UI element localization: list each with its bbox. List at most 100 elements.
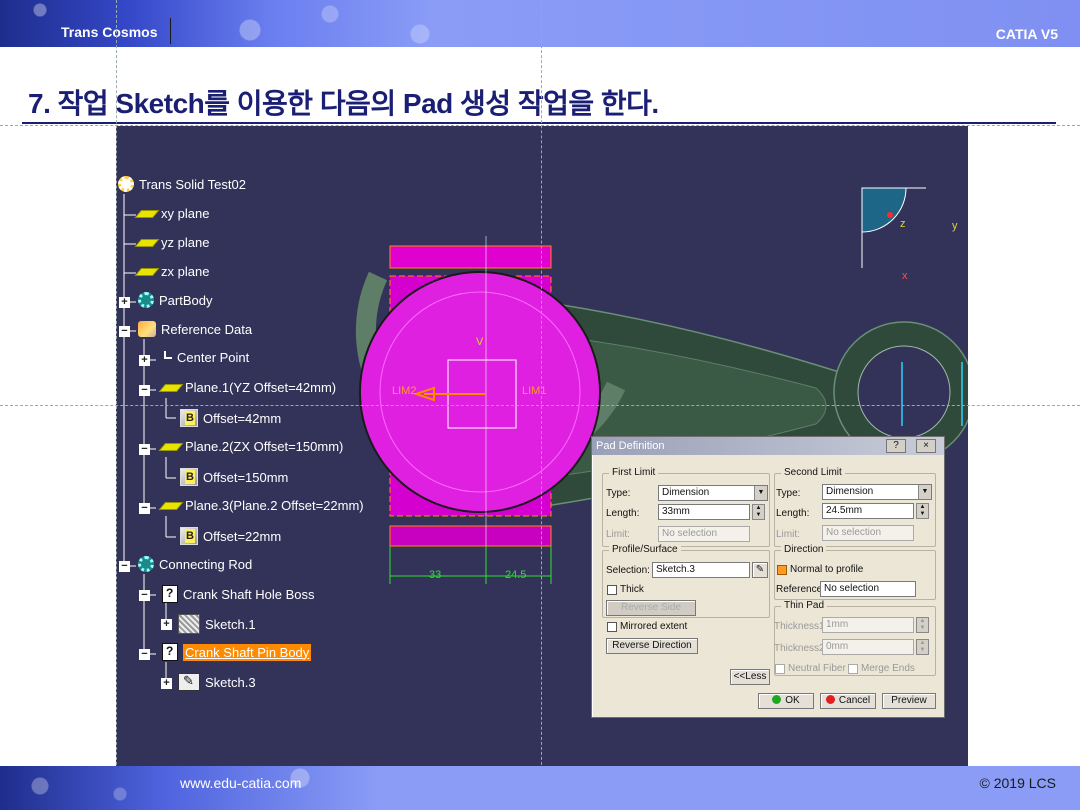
tree-item-plane-3[interactable]: Plane.3(Plane.2 Offset=22mm): [158, 498, 364, 513]
header-bar: [0, 0, 1080, 47]
layout-guide-middle: [0, 405, 1080, 406]
tree-item-crank-shaft-hole-boss[interactable]: Crank Shaft Hole Boss: [162, 585, 315, 603]
footer-url[interactable]: www.edu-catia.com: [180, 775, 301, 791]
tree-item-partbody[interactable]: PartBody: [138, 292, 212, 308]
second-type-label: Type:: [776, 488, 801, 499]
sketch-v-label: V: [476, 336, 484, 348]
second-length-label: Length:: [776, 508, 810, 519]
tree-item-offset-42[interactable]: Offset=42mm: [180, 409, 281, 427]
tree-item-xy-plane[interactable]: xy plane: [134, 206, 209, 221]
direction-title: Direction: [781, 544, 827, 555]
plane-icon: [158, 442, 184, 451]
chevron-down-icon[interactable]: ▼: [918, 485, 931, 499]
pad-definition-dialog[interactable]: Pad Definition ? × First Limit Type: Dim…: [591, 436, 945, 718]
preview-button[interactable]: Preview: [882, 693, 936, 709]
thickness1-field[interactable]: 1mm: [822, 617, 914, 633]
reverse-direction-button[interactable]: Reverse Direction: [606, 638, 698, 654]
second-type-value: Dimension: [826, 486, 874, 497]
second-length-field[interactable]: 24.5mm: [822, 503, 914, 519]
normal-to-profile-checkbox[interactable]: [777, 565, 787, 575]
dimension-left-value: 33: [429, 569, 442, 581]
first-limit-label: Limit:: [606, 529, 630, 540]
tree-item-yz-plane[interactable]: yz plane: [134, 235, 209, 250]
expand-icon[interactable]: +: [139, 355, 150, 366]
collapse-icon[interactable]: −: [139, 503, 150, 514]
tree-item-zx-plane[interactable]: zx plane: [134, 264, 209, 279]
second-type-combo[interactable]: Dimension ▼: [822, 484, 932, 500]
collapse-icon[interactable]: −: [139, 590, 150, 601]
plane-icon: [134, 267, 160, 276]
tree-item-offset-22[interactable]: Offset=22mm: [180, 527, 281, 545]
reference-field[interactable]: No selection: [820, 581, 916, 597]
tree-item-connecting-rod[interactable]: Connecting Rod: [138, 556, 252, 572]
thick-checkbox[interactable]: [607, 585, 617, 595]
close-button[interactable]: ×: [916, 439, 936, 453]
expand-icon[interactable]: +: [119, 297, 130, 308]
thickness1-spinner-icon[interactable]: ▲ ▼: [916, 617, 929, 633]
ok-button[interactable]: OK: [758, 693, 814, 709]
normal-to-profile-label: Normal to profile: [790, 564, 864, 575]
body-gear-icon: [138, 292, 154, 308]
specification-tree[interactable]: Trans Solid Test02 xy plane yz plane zx …: [116, 126, 416, 766]
tree-root[interactable]: Trans Solid Test02: [118, 176, 246, 192]
less-button[interactable]: <<Less: [730, 669, 770, 685]
point-icon: [164, 350, 172, 359]
tree-item-sketch-1[interactable]: Sketch.1: [178, 614, 256, 634]
pad-feature-icon: [162, 643, 178, 661]
thickness2-spinner-icon[interactable]: ▲ ▼: [916, 639, 929, 655]
tree-item-reference-data[interactable]: Reference Data: [138, 321, 252, 337]
expand-icon[interactable]: +: [161, 619, 172, 630]
tree-item-crank-shaft-pin-body[interactable]: Crank Shaft Pin Body: [162, 643, 312, 661]
parameter-box-icon: [180, 527, 198, 545]
collapse-icon[interactable]: −: [139, 444, 150, 455]
title-underline: [22, 122, 1056, 124]
second-limit-field[interactable]: No selection: [822, 525, 914, 541]
ok-status-icon: [772, 695, 782, 704]
tree-item-plane-2[interactable]: Plane.2(ZX Offset=150mm): [158, 439, 343, 454]
first-length-field[interactable]: 33mm: [658, 504, 750, 520]
second-length-spinner-icon[interactable]: ▲ ▼: [916, 503, 929, 519]
dimension-right-value: 24.5: [505, 569, 527, 581]
tree-item-sketch-3[interactable]: Sketch.3: [178, 673, 256, 691]
tree-item-label: Connecting Rod: [159, 556, 253, 572]
plane-icon: [158, 501, 184, 510]
parameter-box-icon: [180, 409, 198, 427]
first-length-spinner-icon[interactable]: ▲ ▼: [752, 504, 765, 520]
compass-y-label: y: [952, 220, 958, 232]
sketcher-edit-icon[interactable]: ✎: [752, 562, 768, 578]
tree-item-label-selected: Crank Shaft Pin Body: [183, 643, 312, 661]
first-type-combo[interactable]: Dimension ▼: [658, 485, 768, 501]
first-limit-field[interactable]: No selection: [658, 526, 750, 542]
help-button[interactable]: ?: [886, 439, 906, 453]
product-name: CATIA V5: [995, 26, 1058, 42]
collapse-icon[interactable]: −: [139, 649, 150, 660]
tree-item-label: Offset=150mm: [203, 469, 289, 485]
merge-ends-checkbox[interactable]: [848, 664, 858, 674]
tree-item-label: Offset=42mm: [203, 410, 282, 426]
plane-icon: [134, 238, 160, 247]
plane-icon: [158, 383, 184, 392]
collapse-icon[interactable]: −: [119, 561, 130, 572]
collapse-icon[interactable]: −: [139, 385, 150, 396]
parameter-box-icon: [180, 468, 198, 486]
second-limit-label: Limit:: [776, 529, 800, 540]
mirrored-extent-checkbox[interactable]: [607, 622, 617, 632]
ok-label: OK: [785, 695, 800, 706]
tree-item-label: Center Point: [177, 350, 250, 365]
neutral-fiber-checkbox[interactable]: [775, 664, 785, 674]
cancel-button[interactable]: Cancel: [820, 693, 876, 709]
tree-item-plane-1[interactable]: Plane.1(YZ Offset=42mm): [158, 380, 336, 395]
small-end-hole: [857, 345, 951, 439]
tree-item-offset-150[interactable]: Offset=150mm: [180, 468, 288, 486]
tree-item-center-point[interactable]: Center Point: [164, 350, 249, 365]
reverse-side-button[interactable]: Reverse Side: [606, 600, 696, 616]
layout-guide-top: [0, 125, 1080, 126]
selection-field[interactable]: Sketch.3: [652, 562, 750, 578]
expand-icon[interactable]: +: [161, 678, 172, 689]
tree-item-label: Offset=22mm: [203, 528, 282, 544]
collapse-icon[interactable]: −: [119, 326, 130, 337]
chevron-down-icon[interactable]: ▼: [754, 486, 767, 500]
tree-item-label: Sketch.1: [205, 616, 256, 632]
layout-guide-left: [116, 0, 117, 810]
thickness2-field[interactable]: 0mm: [822, 639, 914, 655]
